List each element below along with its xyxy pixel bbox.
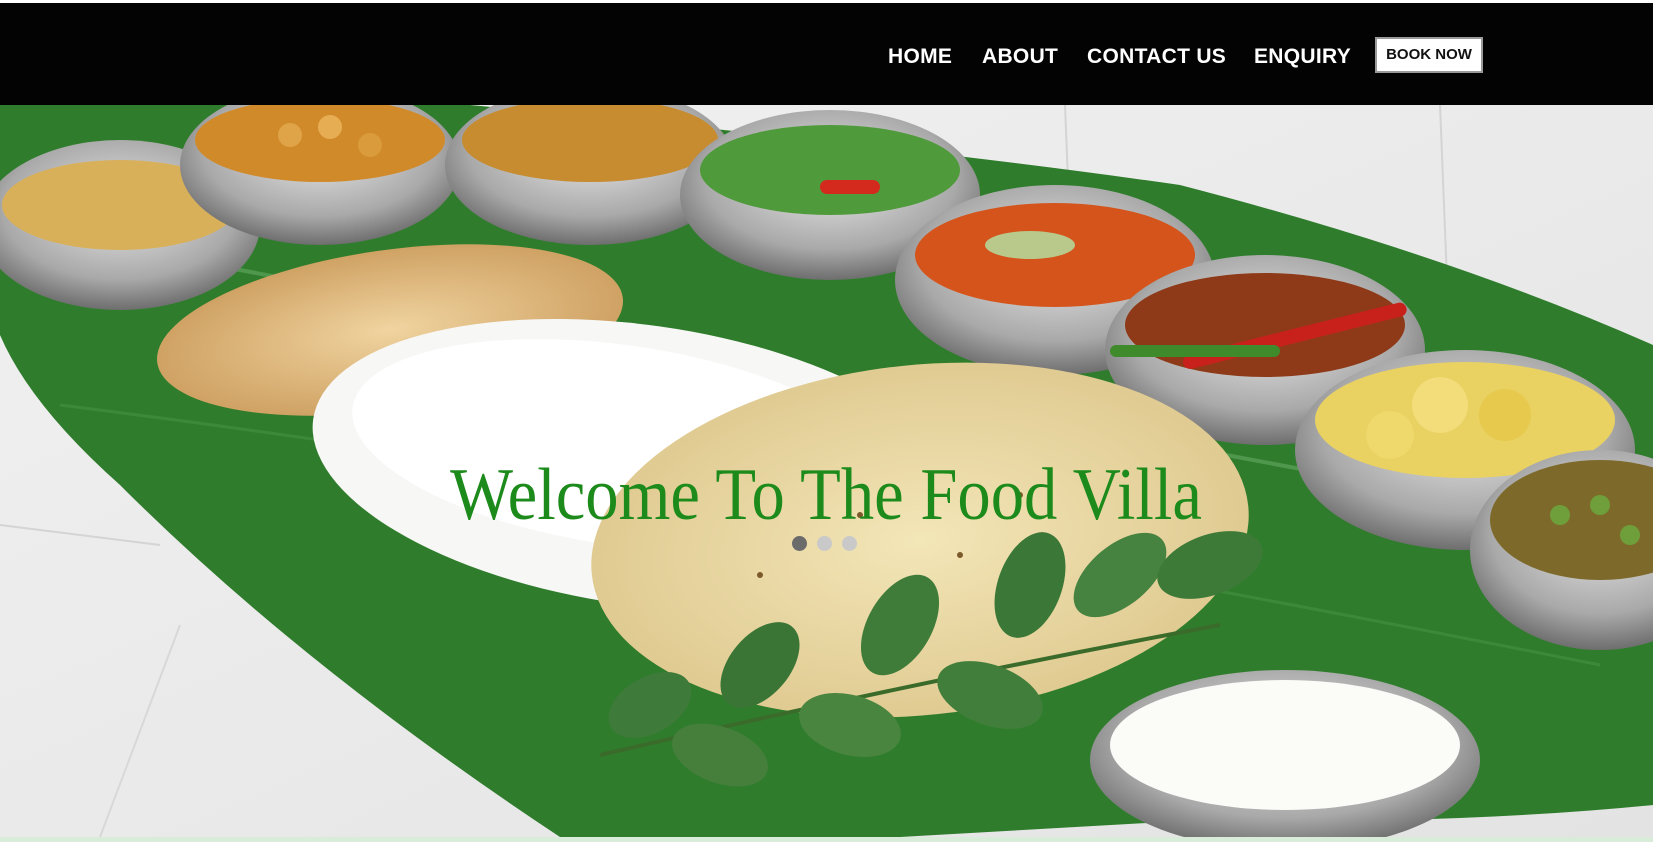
navbar: HOME ABOUT CONTACT US ENQUIRY BOOK NOW	[0, 3, 1653, 105]
hero-banner: Welcome To The Food Villa	[0, 105, 1653, 837]
nav-about-link[interactable]: ABOUT	[982, 45, 1058, 69]
carousel-dot-3[interactable]	[842, 536, 857, 551]
bottom-strip	[0, 837, 1653, 842]
nav-enquiry-link[interactable]: ENQUIRY	[1254, 45, 1351, 69]
nav-menu: HOME ABOUT CONTACT US ENQUIRY BOOK NOW	[0, 37, 1653, 77]
book-now-button[interactable]: BOOK NOW	[1375, 37, 1483, 73]
carousel-dot-1[interactable]	[792, 536, 807, 551]
carousel-dot-2[interactable]	[817, 536, 832, 551]
nav-home-link[interactable]: HOME	[888, 45, 952, 69]
hero-title: Welcome To The Food Villa	[450, 454, 1202, 536]
nav-contact-us-link[interactable]: CONTACT US	[1087, 45, 1226, 69]
